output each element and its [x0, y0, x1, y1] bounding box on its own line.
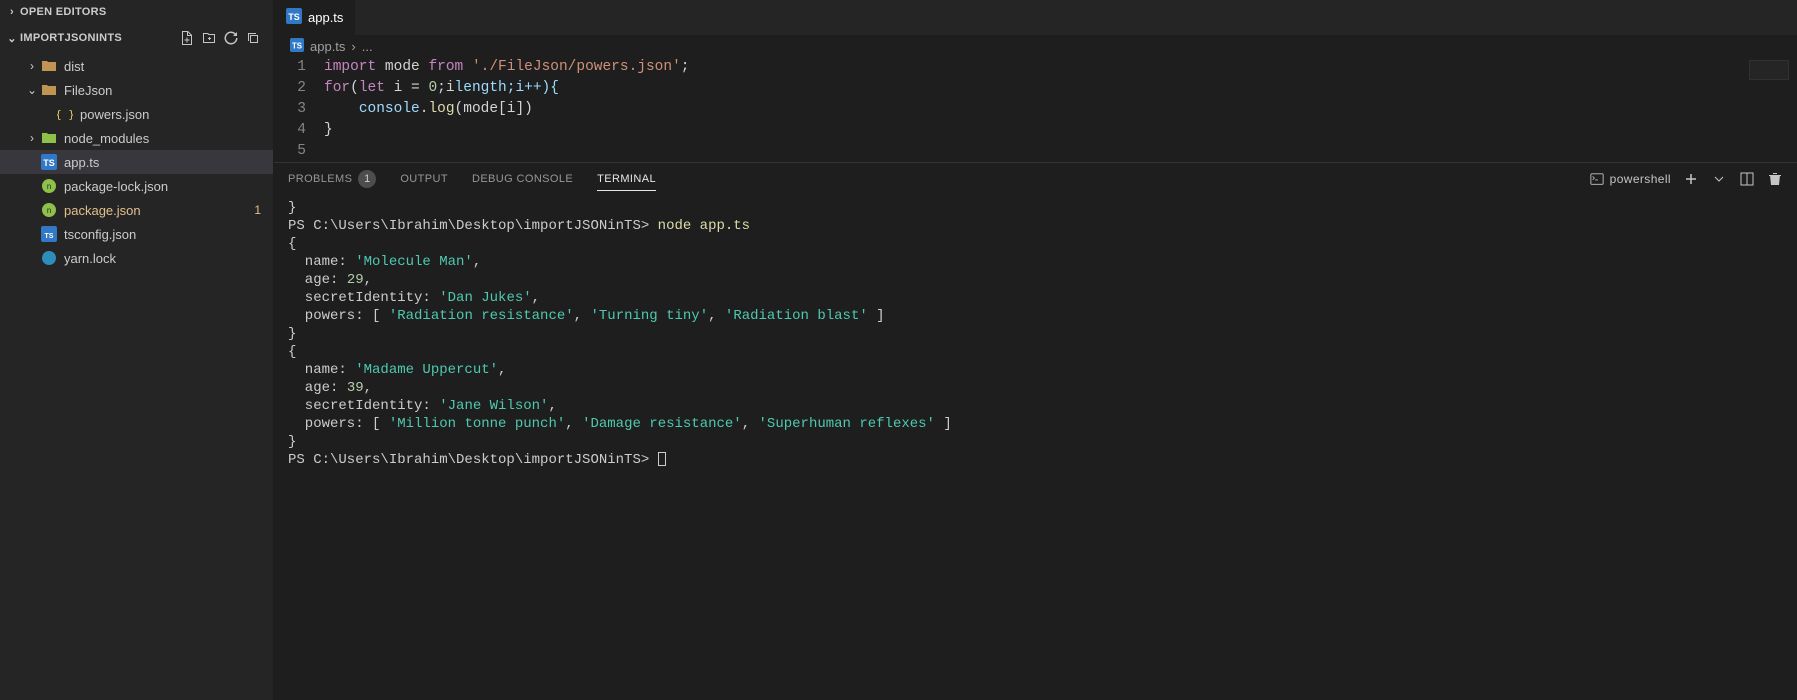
tree-item-label: package-lock.json [64, 179, 273, 194]
problems-count-badge: 1 [358, 170, 376, 188]
bottom-panel: PROBLEMS 1 OUTPUT DEBUG CONSOLE TERMINAL… [274, 162, 1797, 700]
tab-bar: TS app.ts [274, 0, 1797, 35]
terminal-output[interactable]: } PS C:\Users\Ibrahim\Desktop\importJSON… [274, 195, 1797, 700]
code-content[interactable]: import mode from './FileJson/powers.json… [324, 57, 1797, 162]
code-editor[interactable]: 12345 import mode from './FileJson/power… [274, 57, 1797, 162]
tree-item-label: tsconfig.json [64, 227, 273, 242]
collapse-all-icon[interactable] [245, 30, 261, 46]
panel-tab-label: PROBLEMS [288, 173, 352, 185]
json-braces-icon: { } [56, 105, 74, 123]
tree-item-label: yarn.lock [64, 251, 273, 266]
tree-item-label: FileJson [64, 83, 273, 98]
line-gutter: 12345 [274, 57, 324, 162]
file-package-lock-json[interactable]: n package-lock.json [0, 174, 273, 198]
tree-item-label: app.ts [64, 155, 273, 170]
terminal-dropdown-icon[interactable] [1711, 171, 1727, 187]
split-terminal-icon[interactable] [1739, 171, 1755, 187]
tab-app-ts[interactable]: TS app.ts [274, 0, 356, 35]
breadcrumb-sep: › [351, 39, 355, 54]
chevron-right-icon: › [4, 6, 20, 18]
panel-tab-bar: PROBLEMS 1 OUTPUT DEBUG CONSOLE TERMINAL… [274, 163, 1797, 195]
panel-tab-terminal[interactable]: TERMINAL [597, 168, 656, 191]
panel-tab-label: OUTPUT [400, 173, 448, 185]
svg-text:TS: TS [292, 41, 302, 50]
svg-text:TS: TS [288, 12, 300, 22]
sidebar: › OPEN EDITORS ⌄ IMPORTJSONINTS › dist ⌄ Fi… [0, 0, 274, 700]
breadcrumb-file: app.ts [310, 39, 345, 54]
file-powers-json[interactable]: { } powers.json [0, 102, 273, 126]
new-file-icon[interactable] [179, 30, 195, 46]
file-yarn-lock[interactable]: yarn.lock [0, 246, 273, 270]
ts-icon: TS [290, 38, 304, 55]
chevron-down-icon: ⌄ [24, 83, 40, 97]
svg-text:TS: TS [45, 233, 54, 240]
npm-icon: n [40, 177, 58, 195]
panel-tab-output[interactable]: OUTPUT [400, 168, 448, 190]
file-app-ts[interactable]: TS app.ts [0, 150, 273, 174]
ts-icon: TS [286, 8, 302, 27]
chevron-right-icon: › [24, 59, 40, 73]
open-editors-label: OPEN EDITORS [20, 6, 107, 18]
breadcrumb[interactable]: TS app.ts › ... [274, 35, 1797, 57]
project-header[interactable]: ⌄ IMPORTJSONINTS [0, 24, 273, 52]
kill-terminal-icon[interactable] [1767, 171, 1783, 187]
panel-tab-problems[interactable]: PROBLEMS 1 [288, 165, 376, 193]
minimap[interactable] [1749, 60, 1789, 80]
breadcrumb-trail: ... [362, 39, 373, 54]
npm-icon: n [40, 201, 58, 219]
chevron-right-icon: › [24, 131, 40, 145]
folder-green-icon [40, 129, 58, 147]
panel-tab-label: TERMINAL [597, 173, 656, 185]
folder-icon [40, 57, 58, 75]
modified-badge: 1 [254, 203, 273, 217]
tab-label: app.ts [308, 10, 343, 25]
refresh-icon[interactable] [223, 30, 239, 46]
panel-tab-debug[interactable]: DEBUG CONSOLE [472, 168, 573, 190]
tree-item-label: package.json [64, 203, 254, 218]
project-label: IMPORTJSONINTS [20, 32, 122, 44]
folder-dist[interactable]: › dist [0, 54, 273, 78]
folder-node_modules[interactable]: › node_modules [0, 126, 273, 150]
tree-item-label: node_modules [64, 131, 273, 146]
main-area: TS app.ts TS app.ts › ... 12345 import m… [274, 0, 1797, 700]
svg-text:{ }: { } [57, 108, 73, 121]
svg-text:n: n [47, 182, 52, 191]
new-terminal-icon[interactable] [1683, 171, 1699, 187]
file-package-json[interactable]: n package.json1 [0, 198, 273, 222]
tree-item-label: powers.json [80, 107, 273, 122]
file-tsconfig-json[interactable]: TS tsconfig.json [0, 222, 273, 246]
svg-text:TS: TS [43, 158, 55, 168]
yarn-icon [40, 249, 58, 267]
tree-item-label: dist [64, 59, 273, 74]
panel-tab-label: DEBUG CONSOLE [472, 173, 573, 185]
shell-selector[interactable]: powershell [1590, 172, 1671, 186]
folder-filejson[interactable]: ⌄ FileJson [0, 78, 273, 102]
open-editors-header[interactable]: › OPEN EDITORS [0, 0, 273, 24]
svg-text:n: n [47, 206, 52, 215]
terminal-icon [1590, 172, 1604, 186]
chevron-down-icon: ⌄ [4, 32, 20, 45]
folder-icon [40, 81, 58, 99]
file-tree: › dist ⌄ FileJson { } powers.json › node_module… [0, 52, 273, 272]
ts-icon: TS [40, 153, 58, 171]
tsconfig-icon: TS [40, 225, 58, 243]
shell-name: powershell [1610, 172, 1671, 186]
new-folder-icon[interactable] [201, 30, 217, 46]
